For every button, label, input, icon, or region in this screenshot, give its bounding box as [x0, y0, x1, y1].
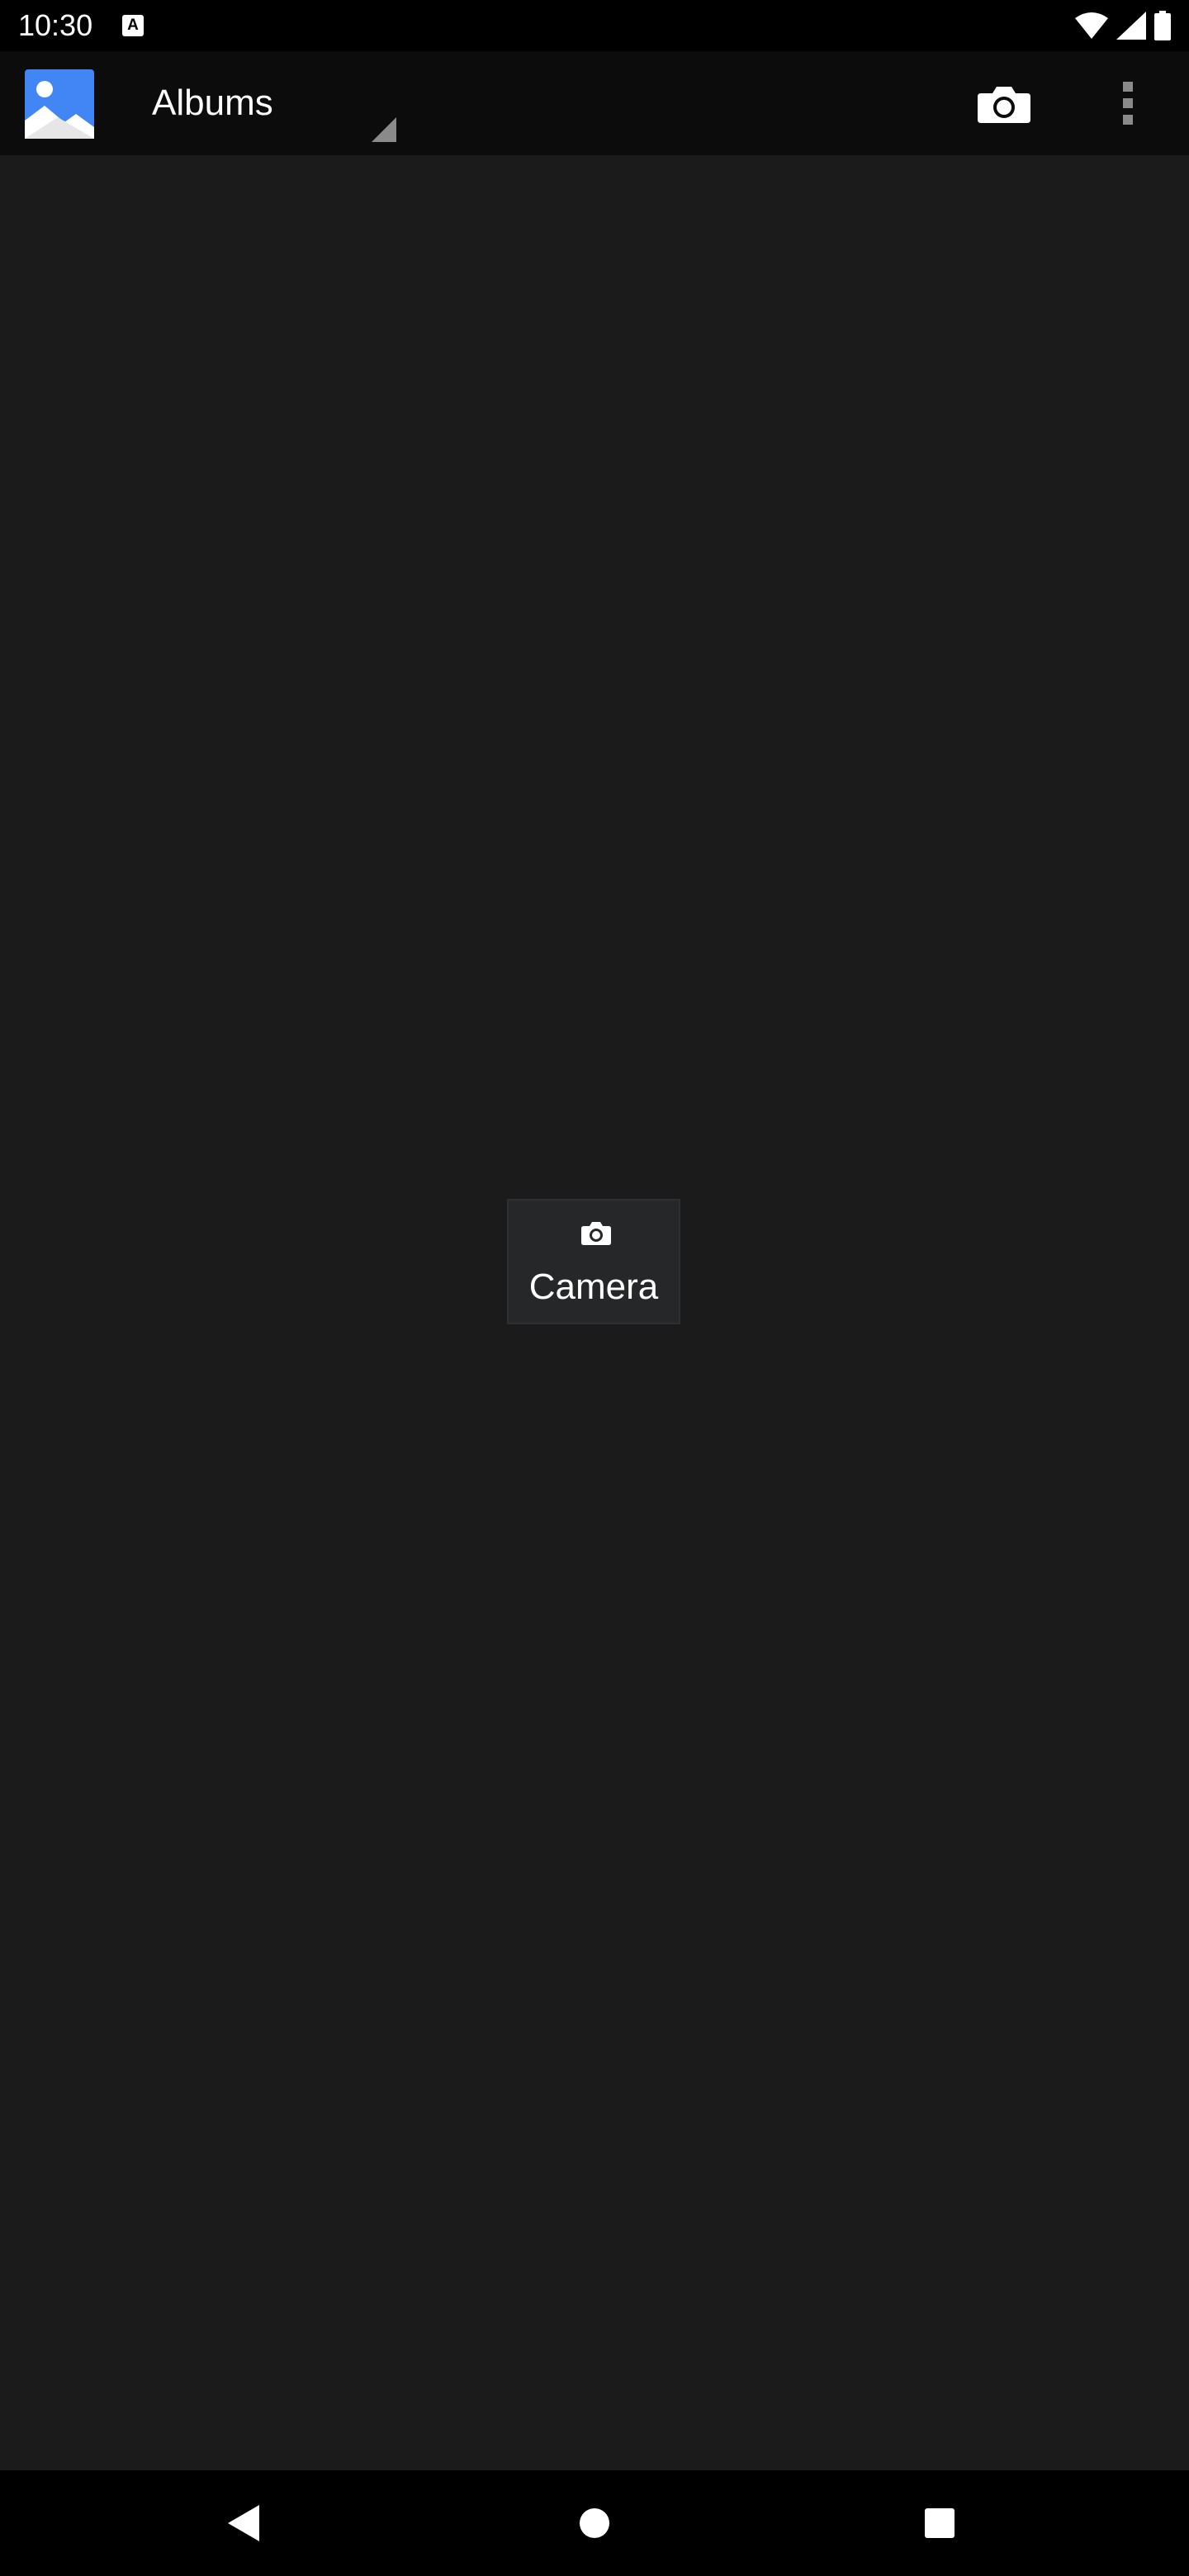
home-button[interactable]: [561, 2490, 628, 2556]
app-bar: Albums: [0, 51, 1189, 155]
gallery-app-icon[interactable]: [25, 69, 94, 139]
recents-button[interactable]: [907, 2490, 973, 2556]
status-bar: 10:30 A: [0, 0, 1189, 51]
status-time: 10:30: [18, 8, 93, 42]
spinner-title: Albums: [152, 83, 273, 123]
back-button[interactable]: [211, 2490, 277, 2556]
navigation-bar: [0, 2470, 1189, 2576]
battery-icon: [1154, 11, 1171, 40]
album-tile-camera[interactable]: Camera: [507, 1199, 680, 1324]
camera-button[interactable]: [971, 74, 1037, 132]
dropdown-arrow-icon: [372, 117, 396, 142]
status-icons: [1075, 10, 1171, 41]
camera-icon: [581, 1222, 611, 1245]
albums-spinner[interactable]: Albums: [132, 66, 396, 142]
signal-icon: [1116, 12, 1146, 40]
album-label: Camera: [528, 1267, 659, 1307]
overflow-menu-icon: [1123, 82, 1133, 125]
camera-icon: [978, 87, 1030, 123]
wifi-icon: [1075, 12, 1108, 39]
overflow-menu-button[interactable]: [1103, 71, 1153, 135]
recents-icon: [925, 2508, 955, 2538]
notification-icon: A: [122, 15, 144, 36]
home-icon: [580, 2508, 609, 2538]
back-icon: [228, 2505, 259, 2541]
